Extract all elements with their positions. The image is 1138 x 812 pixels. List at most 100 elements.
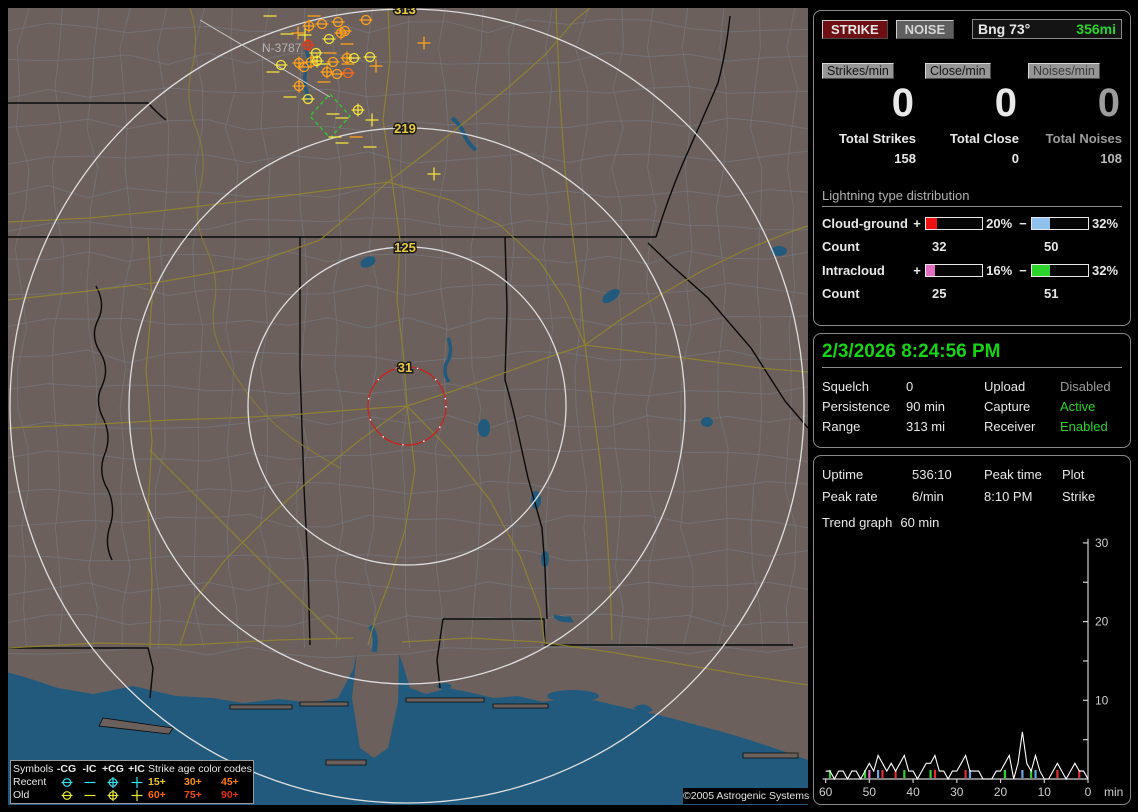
distribution-rows: Cloud-ground +20% −32% Count 32 50 Intracloud +… — [814, 216, 1130, 301]
info-label: Peak rate — [822, 488, 878, 504]
counter-value: 0 — [891, 81, 914, 125]
status-panel: 2/3/2026 8:24:56 PM Squelch 0 Upload Disabl… — [813, 333, 1131, 448]
trend-value: 60 min — [900, 515, 940, 530]
counter-total-label: Total Strikes — [838, 131, 916, 146]
counter-total-label: Total Noises — [1045, 131, 1122, 146]
legend-row-label: Old — [13, 789, 30, 802]
count-row: Count 25 51 — [822, 286, 1124, 301]
status-label: Upload — [984, 378, 1026, 394]
status-label: Capture — [984, 398, 1031, 414]
trend-ytick-30: 30 — [1095, 536, 1109, 550]
plus-count-value: 32 — [932, 239, 947, 254]
counter-button[interactable]: Noises/min — [1028, 63, 1100, 79]
minus-percent-value: 32% — [1092, 263, 1119, 278]
info-value: Plot — [1062, 466, 1085, 482]
legend-p-icon — [125, 776, 148, 789]
counter-total-value: 108 — [1100, 151, 1122, 166]
legend-m-icon — [78, 776, 101, 789]
trend-ytick-10: 10 — [1095, 693, 1109, 707]
strike-legend: Symbols -CG -IC +CG +IC Strike age color code… — [10, 760, 254, 804]
legend-symbols-header: Symbols — [13, 762, 54, 775]
ring-label-31: 31 — [398, 360, 412, 375]
info-label: Peak time — [984, 466, 1042, 482]
counter-total-label: Total Close — [949, 131, 1019, 146]
copyright-text: ©2005 Astrogenic Systems — [683, 788, 810, 804]
storm-cell-label: N-3787 — [262, 41, 302, 55]
legend-age-title: Strike age color codes — [148, 762, 252, 775]
distribution-title: Lightning type distribution — [822, 188, 1122, 207]
status-grid: Squelch 0 Upload Disabled Persistence 90 min C… — [822, 376, 1122, 436]
map-canvas[interactable]: N-3787 31 125 219 313 — [8, 8, 808, 805]
status-label: Receiver — [984, 418, 1036, 434]
info-label: 8:10 PM — [984, 488, 1033, 504]
legend-cp-icon — [101, 776, 125, 789]
bearing-box: Bng 73° 356mi — [972, 19, 1122, 39]
minus-count-value: 50 — [1044, 239, 1059, 254]
minus-count-value: 51 — [1044, 286, 1059, 301]
status-value: 313 mi — [906, 418, 946, 434]
status-value: Disabled — [1060, 378, 1111, 394]
counter-column: Strikes/min 0 Total Strikes 158 — [822, 63, 916, 166]
legend-col-header--IC: -IC — [82, 762, 97, 775]
legend-col-header--CG: -CG — [56, 762, 77, 775]
legend-row-label: Recent — [13, 776, 47, 789]
ring-label-219: 219 — [394, 121, 416, 136]
distribution-type-name: Intracloud — [822, 263, 885, 278]
legend-age-90+: 90+ — [221, 789, 239, 802]
trend-label-row: Trend graph 60 min — [822, 515, 1122, 530]
legend-cp-icon — [101, 789, 125, 802]
stats-panel: STRIKE NOISE Bng 73° 356mi Strikes/min 0 T… — [813, 10, 1131, 326]
counter-column: Close/min 0 Total Close 0 — [925, 63, 1019, 166]
trend-xlabel: min — [1104, 785, 1123, 799]
legend-p-icon — [125, 789, 148, 802]
status-value: 0 — [906, 378, 914, 394]
strike-button[interactable]: STRIKE — [822, 19, 888, 39]
minus-percent-value: 32% — [1092, 216, 1119, 231]
ring-label-313: 313 — [394, 8, 416, 17]
minus-sign: − — [1019, 216, 1027, 231]
plus-sign: + — [913, 216, 921, 231]
noise-button[interactable]: NOISE — [895, 19, 955, 39]
info-value: 536:10 — [912, 466, 952, 482]
trend-ytick-20: 20 — [1095, 615, 1109, 629]
ring-label-125: 125 — [394, 240, 416, 255]
legend-age-45+: 45+ — [221, 776, 239, 789]
datetime-display: 2/3/2026 8:24:56 PM — [822, 341, 1122, 368]
trend-graph: 10 20 30 60 50 40 30 20 10 0 min — [819, 536, 1123, 799]
distribution-row: Intracloud +16% − 32% — [822, 263, 1124, 278]
plus-percent-value: 16% — [986, 263, 1013, 278]
minus-sign: − — [1019, 263, 1027, 278]
rate-counters: Strikes/min 0 Total Strikes 158 Close/min 0 To… — [822, 63, 1122, 166]
legend-age-15+: 15+ — [148, 776, 166, 789]
counter-value: 0 — [1097, 81, 1120, 125]
plus-percent-bar — [924, 264, 984, 277]
minus-percent-bar — [1030, 217, 1090, 230]
counter-total-value: 0 — [1011, 151, 1019, 166]
trend-panel: Uptime 536:10 Peak time Plot Peak rate 6/min 8… — [813, 455, 1131, 805]
status-label: Range — [822, 418, 861, 434]
legend-age-75+: 75+ — [184, 789, 202, 802]
legend-age-30+: 30+ — [184, 776, 202, 789]
bearing-distance: 356mi — [1076, 21, 1116, 37]
legend-col-header-+CG: +CG — [102, 762, 124, 775]
legend-m-icon — [78, 789, 101, 802]
map-svg: N-3787 31 125 219 313 — [8, 8, 808, 805]
legend-age-60+: 60+ — [148, 789, 166, 802]
distribution-row: Cloud-ground +20% − 32% — [822, 216, 1124, 231]
plus-sign: + — [913, 263, 921, 278]
counter-button[interactable]: Strikes/min — [822, 63, 894, 79]
trend-label: Trend graph — [822, 515, 893, 530]
count-label: Count — [822, 239, 860, 254]
distribution-type-name: Cloud-ground — [822, 216, 908, 231]
plus-percent-bar — [924, 217, 984, 230]
trend-xtick-10: 10 — [1038, 785, 1052, 799]
info-value: Strike — [1062, 488, 1096, 504]
legend-cm-icon — [55, 789, 78, 802]
counter-button[interactable]: Close/min — [925, 63, 991, 79]
info-value: 6/min — [912, 488, 944, 504]
bearing-label: Bng 73° — [978, 21, 1031, 37]
legend-cm-icon — [55, 776, 78, 789]
status-value: Enabled — [1060, 418, 1108, 434]
mode-row: STRIKE NOISE Bng 73° 356mi — [822, 19, 1122, 39]
info-label: Uptime — [822, 466, 864, 482]
